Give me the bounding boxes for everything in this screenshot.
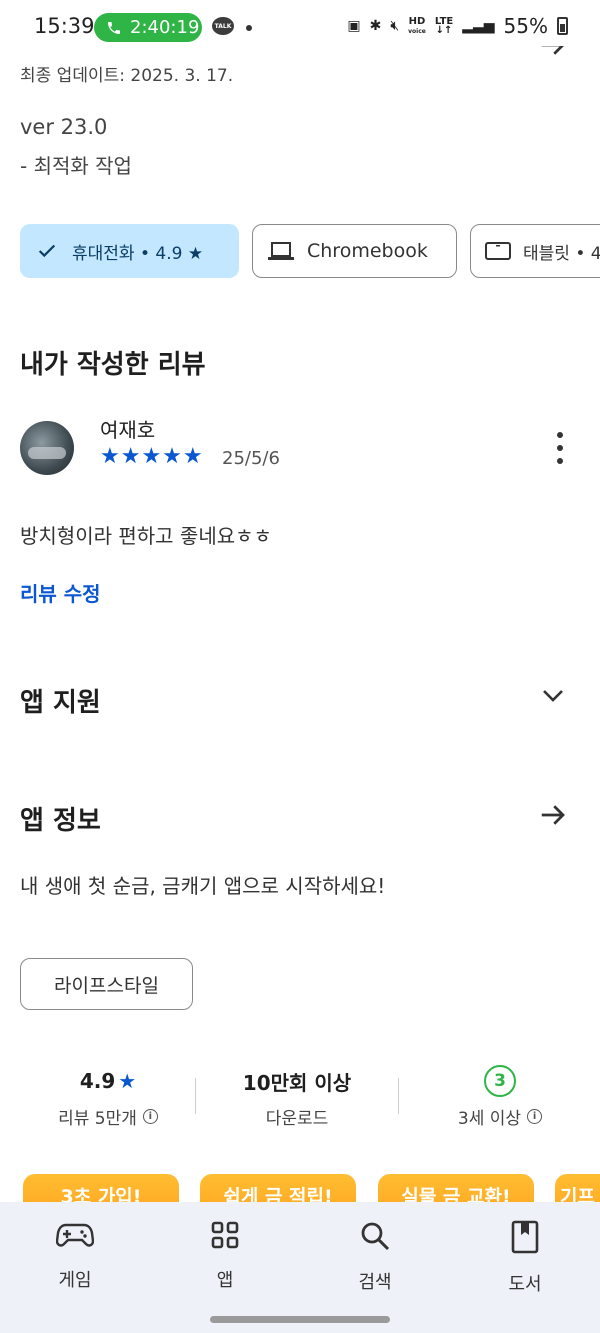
mute-icon: 🔇︎ xyxy=(390,18,400,34)
review-text: 방치형이라 편하고 좋네요ㅎㅎ xyxy=(20,524,272,548)
downloads-value: 10만회 이상 xyxy=(242,1070,352,1095)
stat-divider xyxy=(195,1078,196,1114)
app-support-title[interactable]: 앱 지원 xyxy=(20,682,101,719)
avatar xyxy=(20,421,74,475)
rating-value: 4.9 xyxy=(79,1069,116,1093)
version-text: ver 23.0 xyxy=(20,115,108,139)
chip-phone[interactable]: 휴대전화 • 4.9 ★ xyxy=(20,224,239,278)
notification-dot-icon xyxy=(246,25,252,31)
nav-apps-label: 앱 xyxy=(216,1270,234,1291)
phone-icon xyxy=(108,21,120,34)
hd-label: HD xyxy=(408,15,426,27)
nav-games[interactable]: 게임 xyxy=(20,1220,130,1292)
star-icon: ★ xyxy=(118,1069,137,1093)
lte-icon: LTE ↓↑ xyxy=(434,16,454,36)
chip-chromebook-label: Chromebook xyxy=(307,240,428,262)
status-bar: 15:39 2:40:19 TALK ▣ ✱ 🔇︎ HD voice LTE ↓↑ … xyxy=(0,0,600,46)
downloads-label: 다운로드 xyxy=(265,1109,329,1129)
call-timer-pill[interactable]: 2:40:19 xyxy=(94,13,202,42)
gamepad-icon xyxy=(56,1223,94,1247)
stat-divider xyxy=(398,1078,399,1114)
apps-grid-icon xyxy=(211,1221,239,1249)
search-icon xyxy=(361,1222,390,1251)
chevron-down-icon[interactable] xyxy=(540,686,566,706)
signal-icon: ▂▃▅ xyxy=(462,18,495,34)
nav-search-label: 검색 xyxy=(358,1272,392,1293)
age-label: 3세 이상 xyxy=(457,1109,522,1129)
chip-tablet[interactable]: 태블릿 • 4 xyxy=(470,224,600,278)
gesture-handle[interactable] xyxy=(210,1316,390,1323)
check-icon xyxy=(38,244,56,258)
nav-games-label: 게임 xyxy=(58,1270,92,1291)
bluetooth-icon: ✱ xyxy=(369,18,382,34)
call-timer: 2:40:19 xyxy=(130,17,200,38)
laptop-icon xyxy=(268,242,294,260)
nav-books[interactable]: 도서 xyxy=(470,1220,580,1296)
voice-label: voice xyxy=(408,27,426,35)
review-date: 25/5/6 xyxy=(222,448,280,469)
my-review-title: 내가 작성한 리뷰 xyxy=(20,350,206,380)
chip-phone-label: 휴대전화 • 4.9 ★ xyxy=(72,243,204,264)
info-icon[interactable]: i xyxy=(142,1109,158,1124)
stat-age[interactable]: 3 3세 이상 i xyxy=(420,1065,580,1129)
info-icon[interactable]: i xyxy=(527,1109,543,1124)
stat-rating[interactable]: 4.9 ★ 리뷰 5만개 i xyxy=(28,1066,188,1129)
nav-books-label: 도서 xyxy=(508,1274,542,1295)
nfc-icon: ▣ xyxy=(347,18,361,34)
app-description: 내 생애 첫 순금, 금캐기 앱으로 시작하세요! xyxy=(20,874,386,898)
lte-label: LTE xyxy=(434,16,454,27)
age-rating-badge: 3 xyxy=(484,1065,516,1097)
battery-icon xyxy=(557,17,568,35)
review-stars: ★★★★★ xyxy=(100,444,204,469)
nav-search[interactable]: 검색 xyxy=(320,1220,430,1294)
tablet-icon xyxy=(485,242,511,260)
status-time: 15:39 xyxy=(34,14,95,38)
book-icon xyxy=(511,1220,539,1254)
update-note: - 최적화 작업 xyxy=(20,154,132,178)
stat-downloads: 10만회 이상 다운로드 xyxy=(207,1066,387,1130)
edit-review-link[interactable]: 리뷰 수정 xyxy=(20,578,101,607)
more-options-icon[interactable] xyxy=(550,432,570,464)
reviewer-name: 여재호 xyxy=(100,418,156,442)
app-info-title[interactable]: 앱 정보 xyxy=(20,800,101,837)
battery-percent: 55% xyxy=(503,14,548,38)
nav-apps[interactable]: 앱 xyxy=(170,1220,280,1292)
category-chip[interactable]: 라이프스타일 xyxy=(20,958,193,1010)
last-updated: 최종 업데이트: 2025. 3. 17. xyxy=(20,66,234,86)
chip-tablet-label: 태블릿 • 4 xyxy=(523,243,600,264)
kakaotalk-icon: TALK xyxy=(212,17,234,35)
status-icons: ▣ ✱ 🔇︎ HD voice LTE ↓↑ ▂▃▅ 55% xyxy=(347,14,568,38)
rating-label: 리뷰 5만개 xyxy=(58,1109,137,1129)
arrow-right-icon[interactable] xyxy=(538,800,568,830)
chip-chromebook[interactable]: Chromebook xyxy=(252,224,457,278)
hd-voice-icon: HD voice xyxy=(408,15,426,36)
bottom-nav: 게임 앱 검색 도서 xyxy=(0,1202,600,1333)
